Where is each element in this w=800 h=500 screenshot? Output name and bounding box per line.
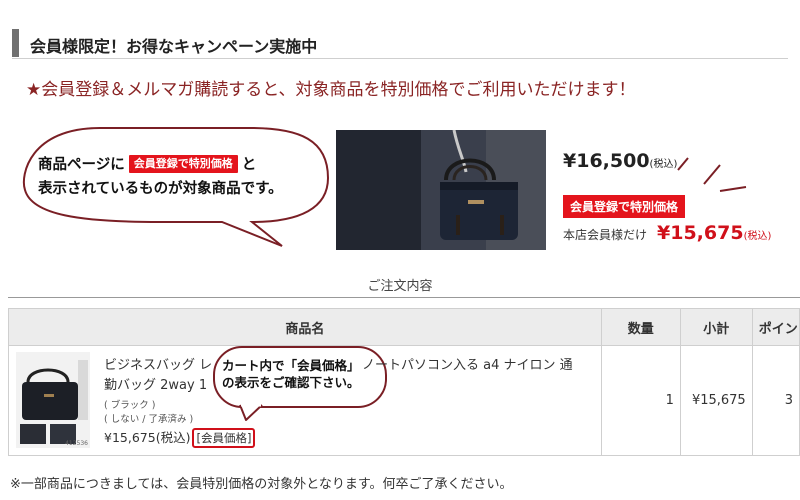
bubble1-text: 商品ページに 会員登録で特別価格と 表示されているものが対象商品です。	[38, 153, 328, 201]
bubble1-line1-after: と	[241, 157, 257, 173]
product-color: ( ブラック )	[104, 400, 156, 411]
special-price-badge: 会員登録で特別価格	[128, 155, 238, 173]
cart-header-row: 商品名 数量 小計 ポイン	[8, 308, 800, 346]
emphasis-stroke	[703, 164, 721, 185]
col-quantity: 数量	[600, 308, 681, 346]
item-quantity: 1	[600, 345, 681, 456]
product-option: ( しない / 了承済み )	[104, 414, 194, 425]
col-subtotal: 小計	[679, 308, 753, 346]
item-subtotal: ¥15,675	[679, 345, 753, 456]
regular-price-value: ¥16,500	[563, 150, 650, 172]
emphasis-stroke	[677, 157, 689, 171]
order-title: ご注文内容	[367, 279, 433, 294]
member-price-tax: (税込)	[743, 231, 772, 242]
table-row: 412536 ビジネスバッグ レ ノートパソコン入る a4 ナイロン 通 勤バッグ…	[8, 345, 800, 456]
bubble2-text: カート内で「会員価格」 の表示をご確認下さい。	[222, 357, 382, 391]
bubble1-line1-before: 商品ページに	[38, 157, 125, 173]
item-price-tax: (税込)	[155, 430, 191, 445]
item-price: ¥15,675(税込) [会員価格]	[104, 427, 256, 448]
col-product-name: 商品名	[8, 308, 602, 346]
product-photo	[336, 130, 546, 250]
member-price: 本店会員様だけ ¥15,675(税込)	[563, 222, 771, 244]
product-name-part3: 勤バッグ 2way 1	[104, 378, 208, 393]
regular-price-tax: (税込)	[649, 159, 678, 170]
product-name-part1: ビジネスバッグ レ	[104, 358, 213, 373]
special-price-badge-product: 会員登録で特別価格	[563, 195, 686, 218]
bubble2-line1: カート内で「会員価格」	[222, 358, 360, 373]
bubble1-line2: 表示されているものが対象商品です。	[38, 181, 283, 197]
emphasis-stroke	[719, 186, 747, 192]
order-divider	[8, 297, 800, 298]
member-price-tag: [会員価格]	[192, 428, 256, 448]
cart-table: 商品名 数量 小計 ポイン 412536 ビジネスバッグ レ ノートパソコン入る…	[8, 308, 800, 456]
col-points: ポイン	[751, 308, 800, 346]
thumb-code: 412536	[65, 440, 88, 447]
regular-price: ¥16,500(税込)	[563, 150, 677, 172]
member-price-label: 本店会員様だけ	[563, 228, 648, 242]
item-points: 3	[751, 345, 800, 456]
bubble2-line2: の表示をご確認下さい。	[222, 375, 360, 390]
footnote: ※一部商品につきましては、会員特別価格の対象外となります。何卒ご了承ください。	[10, 477, 513, 492]
product-name-part2: ノートパソコン入る a4 ナイロン 通	[362, 358, 573, 373]
item-price-value: ¥15,675	[104, 430, 156, 445]
member-price-value: ¥15,675	[657, 222, 744, 244]
product-thumbnail[interactable]: 412536	[16, 352, 90, 448]
